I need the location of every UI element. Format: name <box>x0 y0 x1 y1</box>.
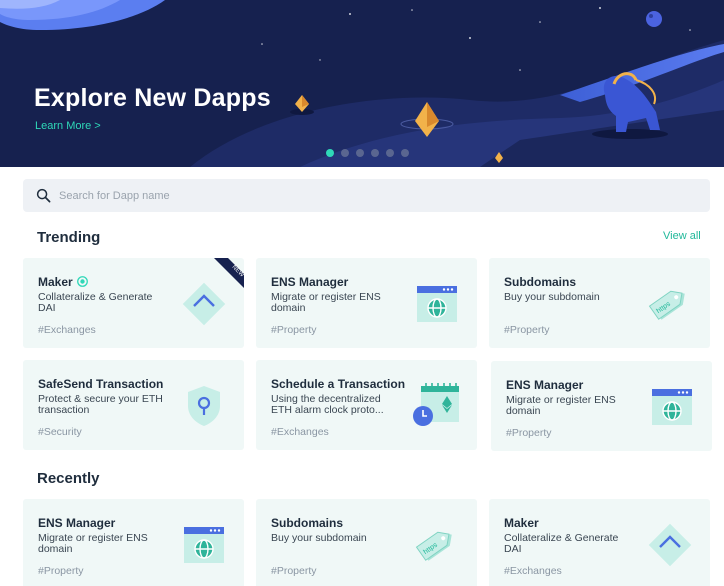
dapp-description: Using the decentralized ETH alarm clock … <box>271 393 384 416</box>
hero-title: Explore New Dapps <box>34 84 271 112</box>
recently-title: Recently <box>37 470 100 487</box>
hero-banner: Explore New Dapps Learn More > <box>0 0 724 167</box>
carousel-dot[interactable] <box>386 149 394 157</box>
shield-lock-icon <box>188 386 220 426</box>
dapp-card-ens-manager[interactable]: ENS Manager Migrate or register ENS doma… <box>256 258 477 348</box>
https-tag-icon: https <box>648 290 685 320</box>
dapp-name: ENS Manager <box>271 275 349 289</box>
ens-browser-icon <box>652 389 692 425</box>
dapp-description: Collateralize & Generate DAI <box>504 532 619 555</box>
dapp-name: ENS Manager <box>506 378 584 392</box>
dapp-card-subdomains[interactable]: Subdomains Buy your subdomain #Property … <box>256 499 477 586</box>
view-all-link[interactable]: View all <box>663 230 701 242</box>
dapp-description: Migrate or register ENS domain <box>271 291 381 314</box>
dapp-name: Maker <box>38 275 73 289</box>
dapp-name: Subdomains <box>504 275 577 289</box>
dapp-tag[interactable]: #Property <box>38 565 84 577</box>
carousel-pagination <box>326 149 409 157</box>
dapp-name: ENS Manager <box>38 516 116 530</box>
dapp-tag[interactable]: #Security <box>38 426 82 438</box>
search-input[interactable] <box>59 179 659 212</box>
dapp-name: Schedule a Transaction <box>271 377 406 391</box>
dapp-description: Collateralize & Generate DAI <box>38 291 153 314</box>
dapp-description: Buy your subdomain <box>271 532 367 544</box>
dapp-card-safesend[interactable]: SafeSend Transaction Protect & secure yo… <box>23 360 244 450</box>
carousel-dot[interactable] <box>371 149 379 157</box>
dapp-tag[interactable]: #Property <box>504 324 550 336</box>
dapp-description: Migrate or register ENS domain <box>506 394 616 417</box>
carousel-dot[interactable] <box>326 149 334 157</box>
ens-browser-icon <box>184 527 224 563</box>
trending-title: Trending <box>37 229 101 246</box>
learn-more-link[interactable]: Learn More > <box>35 120 101 132</box>
new-badge: NEW <box>214 258 244 288</box>
carousel-dot[interactable] <box>341 149 349 157</box>
carousel-dot[interactable] <box>356 149 364 157</box>
dapp-card-subdomains[interactable]: Subdomains Buy your subdomain #Property … <box>489 258 710 348</box>
dapp-tag[interactable]: #Exchanges <box>38 324 96 336</box>
dapp-tag[interactable]: #Property <box>506 427 552 439</box>
verified-icon <box>76 276 88 287</box>
dapp-name: Subdomains <box>271 516 344 530</box>
dapp-name-row: Maker <box>38 275 88 289</box>
dapp-card-schedule-transaction[interactable]: Schedule a Transaction Using the decentr… <box>256 360 477 450</box>
maker-icon <box>648 523 692 567</box>
dapp-tag[interactable]: #Property <box>271 324 317 336</box>
search-bar[interactable] <box>23 179 710 212</box>
dapp-description: Buy your subdomain <box>504 291 600 303</box>
dapp-card-maker[interactable]: Maker Collateralize & Generate DAI #Exch… <box>23 258 244 348</box>
dapp-description: Protect & secure your ETH transaction <box>38 393 163 416</box>
dapp-tag[interactable]: #Property <box>271 565 317 577</box>
dapp-name: SafeSend Transaction <box>38 377 164 391</box>
search-icon <box>36 188 51 203</box>
dapp-tag[interactable]: #Exchanges <box>504 565 562 577</box>
https-tag-icon: https <box>415 531 452 561</box>
dapp-card-ens-manager[interactable]: ENS Manager Migrate or register ENS doma… <box>23 499 244 586</box>
dapp-card-maker[interactable]: Maker Collateralize & Generate DAI #Exch… <box>489 499 710 586</box>
calendar-clock-icon <box>413 383 459 426</box>
dapp-description: Migrate or register ENS domain <box>38 532 148 555</box>
dapp-tag[interactable]: #Exchanges <box>271 426 329 438</box>
dapp-card-ens-manager[interactable]: ENS Manager Migrate or register ENS doma… <box>491 361 712 451</box>
ens-browser-icon <box>417 286 457 322</box>
carousel-dot[interactable] <box>401 149 409 157</box>
dapp-name: Maker <box>504 516 539 530</box>
